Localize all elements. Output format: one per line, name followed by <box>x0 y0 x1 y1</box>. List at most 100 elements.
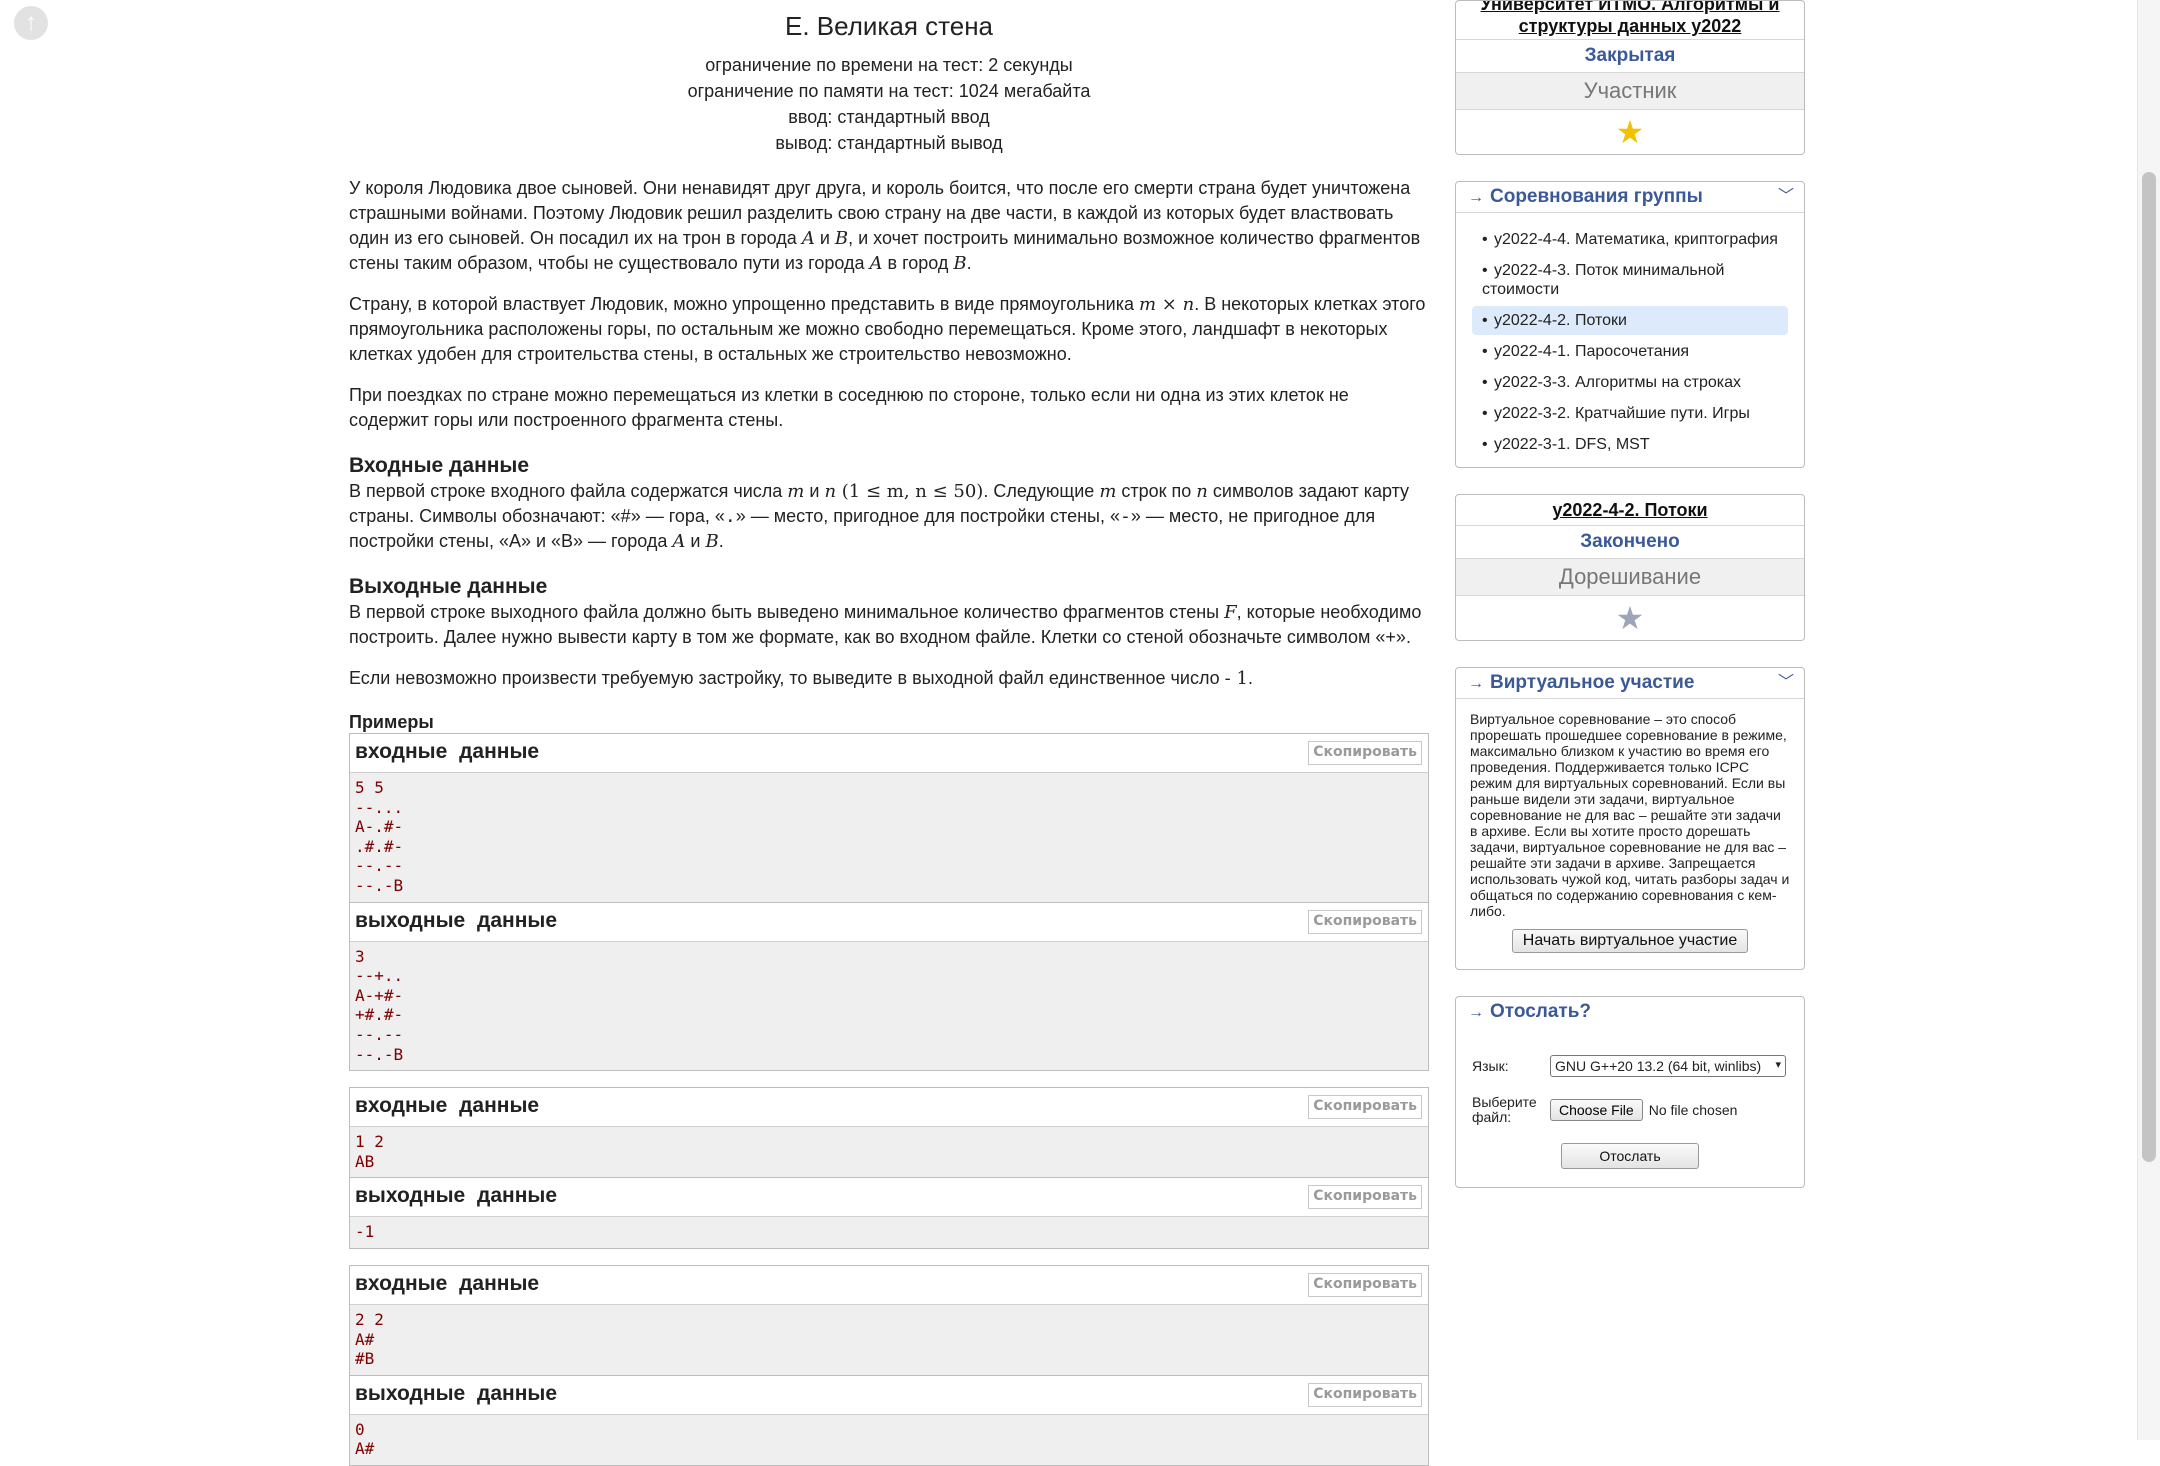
copy-button[interactable]: Скопировать <box>1308 909 1422 934</box>
contest-name-link[interactable]: Университет ИТМО. Алгоритмы и структуры … <box>1456 1 1804 37</box>
output-section-text: В первой строке выходного файла должно б… <box>349 602 1422 647</box>
code-line: +#.#- <box>355 1005 404 1025</box>
bullet-icon: • <box>1482 262 1488 279</box>
group-contest-item[interactable]: • y2022-4-1. Паросочетания <box>1472 337 1788 366</box>
contest-state: Закрытая <box>1456 39 1804 72</box>
group-contest-item[interactable]: • y2022-4-3. Поток минимальной стоимости <box>1472 256 1788 304</box>
choose-file-button[interactable]: Choose File <box>1550 1099 1643 1121</box>
chevron-down-icon: ▾ <box>1775 1059 1781 1071</box>
group-contest-link[interactable]: y2022-4-2. Потоки <box>1470 311 1778 330</box>
virtual-title: Виртуальное участие <box>1490 672 1695 693</box>
scrollbar-thumb[interactable] <box>2142 172 2156 1162</box>
examples: входные данные Скопировать 5 5 --... A-.#- .#… <box>349 733 1429 1466</box>
input-file: ввод: стандартный ввод <box>788 107 990 127</box>
contest-role-2: Дорешивание <box>1456 558 1804 595</box>
group-contest-link[interactable]: y2022-4-4. Математика, криптография <box>1470 230 1778 249</box>
group-contest-link[interactable]: y2022-4-1. Паросочетания <box>1470 342 1778 361</box>
copy-button[interactable]: Скопировать <box>1308 1185 1422 1210</box>
code-line: A-.#- <box>355 817 404 837</box>
contest-info-box: Университет ИТМО. Алгоритмы и структуры … <box>1455 0 1805 155</box>
output-label: выходные данные <box>355 908 558 932</box>
code-line: A# <box>355 1329 375 1349</box>
example-test: входные данные Скопировать 2 2 A# #B выходные… <box>349 1264 1429 1466</box>
code-line: A# <box>355 1439 375 1459</box>
arrow-right-icon: → <box>1468 1004 1484 1021</box>
input-label: входные данные <box>355 1094 540 1118</box>
group-contest-item[interactable]: • y2022-3-1. DFS, MST <box>1472 430 1788 459</box>
output-data: -1 <box>350 1217 1428 1248</box>
arrow-right-icon: → <box>1468 675 1484 692</box>
copy-button[interactable]: Скопировать <box>1308 741 1422 765</box>
time-limit: ограничение по времени на тест: 2 секунд… <box>705 55 1073 75</box>
code-line: --... <box>355 797 404 817</box>
memory-limit: ограничение по памяти на тест: 1024 мега… <box>687 81 1091 101</box>
input-label: входные данные <box>355 1271 540 1295</box>
group-contest-item[interactable]: • y2022-3-2. Кратчайшие пути. Игры <box>1472 399 1788 428</box>
group-contest-item[interactable]: • y2022-3-3. Алгоритмы на строках <box>1472 368 1788 397</box>
group-contest-link[interactable]: y2022-3-1. DFS, MST <box>1470 435 1778 454</box>
group-contest-item[interactable]: • y2022-4-4. Математика, криптография <box>1472 225 1788 254</box>
code-line: --.-B <box>355 875 404 895</box>
code-line: --.-- <box>355 856 404 876</box>
group-contests-list: • y2022-4-4. Математика, криптография • y20… <box>1456 213 1804 467</box>
output-label: выходные данные <box>355 1381 558 1405</box>
code-line: 0 <box>355 1419 365 1439</box>
input-header: входные данные Скопировать <box>350 1088 1428 1128</box>
virtual-participation-box: → Виртуальное участие ﹀ Виртуальное сорев… <box>1455 667 1805 970</box>
input-header: входные данные Скопировать <box>350 1265 1428 1305</box>
star-icon[interactable]: ★ <box>1616 600 1645 636</box>
problem-statement: E. Великая стена ограничение по времени … <box>349 0 1429 1466</box>
output-section-note: Если невозможно произвести требуемую зас… <box>349 668 1253 689</box>
input-data: 1 2 AB <box>350 1127 1428 1179</box>
output-header: выходные данные Скопировать <box>350 1375 1428 1415</box>
legend-paragraph-1: У короля Людовика двое сыновей. Они нена… <box>349 178 1421 274</box>
group-contest-item[interactable]: • y2022-4-2. Потоки <box>1472 306 1788 335</box>
copy-button[interactable]: Скопировать <box>1308 1272 1422 1297</box>
copy-button[interactable]: Скопировать <box>1308 1095 1422 1120</box>
code-line: --+.. <box>355 966 404 986</box>
output-data: 3 --+.. A-+#- +#.#- --.-- --.-B <box>350 941 1428 1071</box>
group-contest-link[interactable]: y2022-4-3. Поток минимальной стоимости <box>1470 261 1778 299</box>
legend-paragraph-3: При поездках по стране можно перемещатьс… <box>349 385 1349 430</box>
code-line: .#.#- <box>355 836 404 856</box>
problem-limits: ограничение по времени на тест: 2 секунд… <box>349 52 1429 156</box>
input-data: 5 5 --... A-.#- .#.#- --.-- --.-B <box>350 773 1428 903</box>
virtual-description: Виртуальное соревнование – это способ пр… <box>1470 711 1790 919</box>
chevron-down-icon[interactable]: ﹀ <box>1778 182 1794 212</box>
copy-button[interactable]: Скопировать <box>1308 1382 1422 1407</box>
contest-name-link-2[interactable]: y2022-4-2. Потоки <box>1456 495 1804 525</box>
send-button[interactable]: Отослать <box>1561 1143 1699 1169</box>
example-test: входные данные Скопировать 5 5 --... A-.#- .#… <box>349 733 1429 1072</box>
code-line: 5 5 <box>355 778 384 797</box>
group-contest-link[interactable]: y2022-3-2. Кратчайшие пути. Игры <box>1470 404 1778 423</box>
arrow-right-icon: → <box>1468 189 1484 206</box>
bullet-icon: • <box>1482 374 1488 391</box>
examples-title: Примеры <box>349 712 434 732</box>
code-line: 3 <box>355 946 365 966</box>
language-select[interactable]: GNU G++20 13.2 (64 bit, winlibs) ▾ <box>1550 1055 1786 1077</box>
code-line: A-+#- <box>355 985 404 1005</box>
output-section-title: Выходные данные <box>349 575 548 598</box>
input-label: входные данные <box>355 740 540 763</box>
chevron-down-icon[interactable]: ﹀ <box>1778 668 1794 698</box>
submit-title: Отослать? <box>1490 1001 1591 1022</box>
file-label: Выберите файл: <box>1472 1094 1537 1125</box>
contest-info-box-2: y2022-4-2. Потоки Закончено Дорешивание … <box>1455 494 1805 641</box>
legend-paragraph-2: Страну, в которой властвует Людовик, мож… <box>349 294 1426 364</box>
group-contests-title: Соревнования группы <box>1490 186 1703 207</box>
star-icon[interactable]: ★ <box>1616 114 1645 150</box>
group-contest-link[interactable]: y2022-3-3. Алгоритмы на строках <box>1470 373 1778 392</box>
code-line: --.-B <box>355 1044 404 1064</box>
code-line: #B <box>355 1349 375 1369</box>
start-virtual-button[interactable]: Начать виртуальное участие <box>1511 929 1749 953</box>
code-line: --.-- <box>355 1024 404 1044</box>
page-scrollbar[interactable] <box>2137 0 2160 1440</box>
bullet-icon: • <box>1482 405 1488 422</box>
code-line: 1 2 <box>355 1132 384 1152</box>
scroll-to-top-icon[interactable]: ↑ <box>14 6 48 40</box>
bullet-icon: • <box>1482 231 1488 248</box>
code-line: -1 <box>355 1222 375 1242</box>
output-label: выходные данные <box>355 1184 558 1208</box>
contest-state-2: Закончено <box>1456 525 1804 558</box>
bullet-icon: • <box>1482 343 1488 360</box>
